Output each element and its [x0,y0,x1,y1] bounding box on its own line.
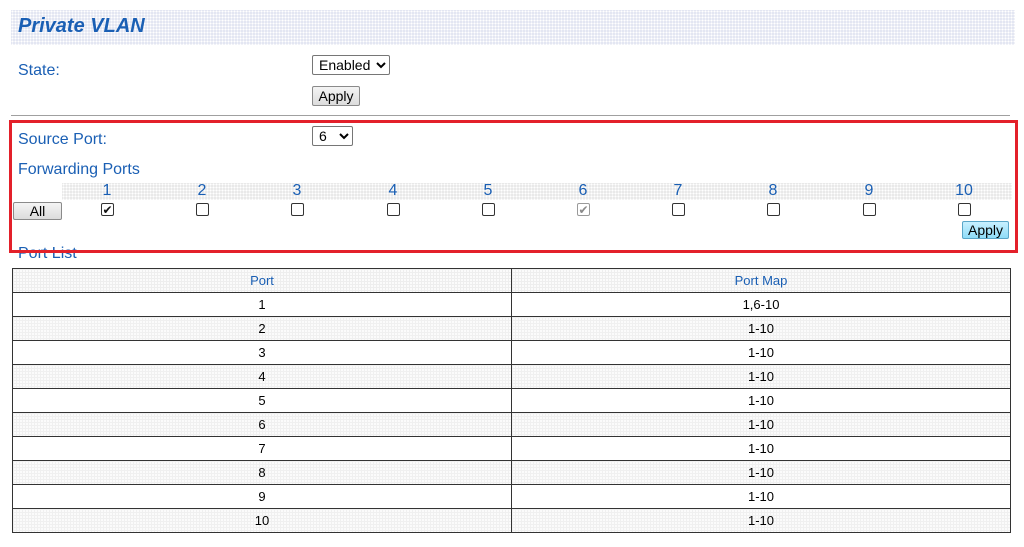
port-map-cell: 1-10 [511,412,1011,437]
port-cell: 9 [12,484,512,509]
table-row: 4 1-10 [12,364,1011,389]
forwarding-apply-button[interactable]: Apply [962,221,1009,239]
port-checkbox-10[interactable] [958,203,971,216]
table-row: 5 1-10 [12,388,1011,413]
port-checkbox-1[interactable]: ✔ [101,203,114,216]
port-cell: 10 [12,508,512,533]
port-number-label: 6 [578,182,588,199]
port-map-cell: 1-10 [511,484,1011,509]
table-row: 2 1-10 [12,316,1011,341]
port-map-cell: 1-10 [511,508,1011,533]
port-number-label: 5 [483,182,493,199]
table-row: 10 1-10 [12,508,1011,533]
port-cell: 1 [12,292,512,317]
port-checkbox-2[interactable] [196,203,209,216]
table-row: 3 1-10 [12,340,1011,365]
port-number-label: 9 [864,182,874,199]
port-number-label: 10 [955,182,973,199]
port-number-label: 2 [197,182,207,199]
port-checkbox-5[interactable] [482,203,495,216]
table-row: 9 1-10 [12,484,1011,509]
page-title: Private VLAN [18,15,145,37]
port-map-cell: 1-10 [511,316,1011,341]
port-cell: 6 [12,412,512,437]
state-select[interactable]: Enabled [312,55,390,75]
port-checkbox-6: ✔ [577,203,590,216]
source-port-select[interactable]: 6 [312,126,353,146]
port-map-cell: 1-10 [511,340,1011,365]
port-cell: 3 [12,340,512,365]
select-all-button[interactable]: All [13,202,62,220]
port-map-cell: 1-10 [511,436,1011,461]
port-checkbox-7[interactable] [672,203,685,216]
title-band [11,10,1015,45]
port-cell: 4 [12,364,512,389]
state-label: State: [18,62,60,79]
port-checkbox-8[interactable] [767,203,780,216]
port-map-column-header: Port Map [511,268,1011,293]
port-number-label: 3 [292,182,302,199]
table-row: 6 1-10 [12,412,1011,437]
port-number-label: 1 [102,182,112,199]
forwarding-ports-label: Forwarding Ports [18,161,140,178]
table-row: 8 1-10 [12,460,1011,485]
port-number-label: 4 [388,182,398,199]
port-map-cell: 1-10 [511,364,1011,389]
port-checkbox-4[interactable] [387,203,400,216]
port-map-cell: 1-10 [511,460,1011,485]
port-map-cell: 1,6-10 [511,292,1011,317]
source-port-label: Source Port: [18,131,107,148]
port-list-label: Port List [18,245,77,262]
port-map-cell: 1-10 [511,388,1011,413]
port-number-label: 7 [673,182,683,199]
table-row: 7 1-10 [12,436,1011,461]
table-header-row: Port Port Map [12,268,1011,293]
port-list-table: Port Port Map 1 1,6-10 2 1-10 3 1-10 4 1-10 5 1-1… [12,268,1011,533]
table-row: 1 1,6-10 [12,292,1011,317]
port-cell: 2 [12,316,512,341]
checkmark-icon: ✔ [102,202,113,217]
port-cell: 7 [12,436,512,461]
state-apply-button[interactable]: Apply [312,86,360,106]
port-column-header: Port [12,268,512,293]
section-divider [11,115,1010,116]
port-checkbox-3[interactable] [291,203,304,216]
checkmark-icon: ✔ [578,202,589,217]
port-cell: 8 [12,460,512,485]
port-number-label: 8 [768,182,778,199]
port-cell: 5 [12,388,512,413]
port-checkbox-9[interactable] [863,203,876,216]
